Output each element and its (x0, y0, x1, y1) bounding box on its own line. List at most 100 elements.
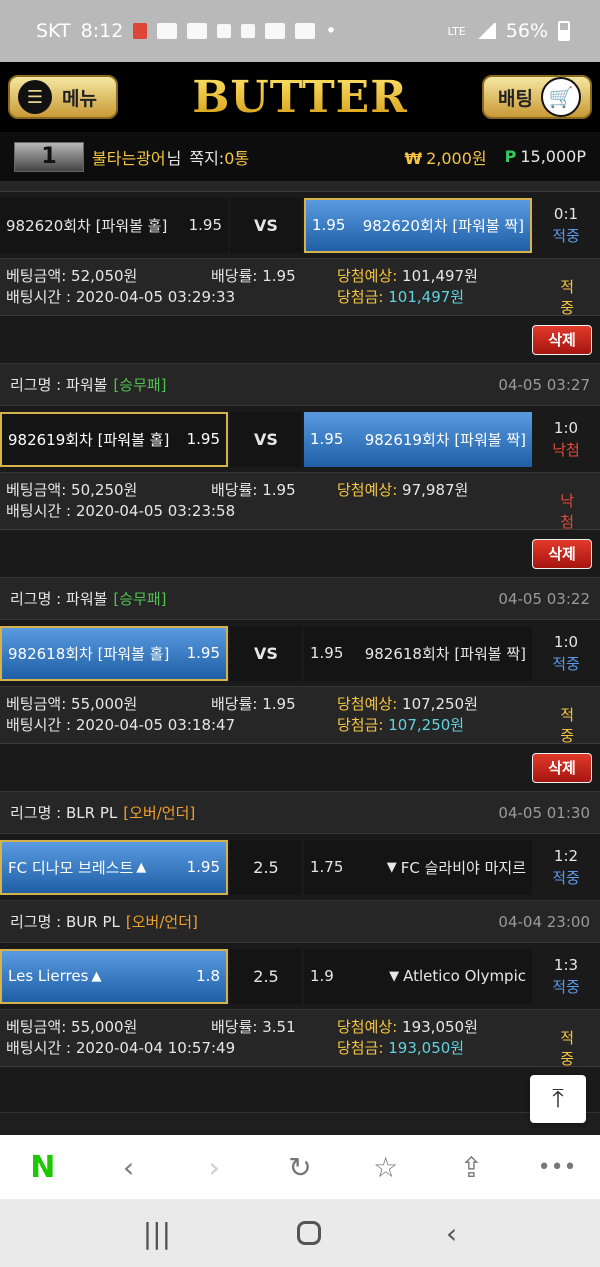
expected-label: 당첨예상: (337, 267, 398, 285)
bet-time: 2020-04-05 03:23:58 (75, 502, 236, 520)
game-row: Les Lierres ▲ 1.8 2.5 1.9 ▼ Atletico Oly… (0, 943, 600, 1010)
more-dot-icon: • (325, 20, 337, 42)
league-label: 리그명 : (10, 590, 62, 608)
bet-amount-label: 베팅금액: (6, 1018, 67, 1036)
win-amount: 193,050원 (388, 1039, 465, 1057)
game-date: 04-05 01:30 (498, 803, 590, 822)
win-amount-label: 당첨금: (337, 1039, 384, 1057)
arrow-up-icon: ⤒ (552, 1083, 564, 1114)
scroll-to-top-button[interactable]: ⤒ (530, 1075, 586, 1123)
more-options-icon[interactable]: ••• (537, 1147, 577, 1187)
game-row: FC 디나모 브레스트 ▲ 1.95 2.5 1.75 ▼ FC 슬라비야 마지… (0, 834, 600, 901)
bet-time-label: 배팅시간 : (6, 502, 72, 520)
bet-info: 베팅금액: 52,050원 배당률: 1.95 당첨예상: 101,497원 배… (0, 259, 600, 317)
handicap-line: 2.5 (230, 948, 302, 1004)
level-badge: 1 (14, 141, 84, 172)
nav-back-icon[interactable]: ‹ (446, 1217, 457, 1250)
site-logo[interactable]: BUTTER (118, 72, 482, 123)
vs-label: VS (230, 197, 302, 253)
expected-win: 97,987원 (402, 481, 469, 499)
away-team: Atletico Olympic (403, 967, 526, 985)
notification-icon (133, 23, 148, 39)
bet-history-list[interactable]: 982620회차 [파워볼 홀] 1.95 VS 1.95 982620회차 [… (0, 182, 600, 1135)
home-pick[interactable]: 982620회차 [파워볼 홀] 1.95 (0, 197, 228, 253)
status-bar: SKT 8:12 • LTE 56% (0, 0, 600, 62)
home-odds: 1.95 (186, 644, 220, 662)
dividend: 1.95 (262, 695, 296, 713)
bet-category: [오버/언더] (123, 804, 196, 822)
b-app-icon (241, 24, 256, 38)
away-odds: 1.95 (310, 644, 344, 662)
menu-button[interactable]: ☰ 메뉴 (8, 75, 118, 119)
bookmark-star-icon[interactable]: ☆ (366, 1147, 406, 1187)
home-pick-selected[interactable]: 982618회차 [파워볼 홀] 1.95 (0, 625, 228, 681)
delete-button[interactable]: 삭제 (532, 538, 592, 569)
bet-time: 2020-04-04 10:57:49 (75, 1039, 236, 1057)
win-amount-label: 당첨금: (337, 288, 384, 306)
lte-label: LTE (447, 24, 466, 38)
game-status: 적중 (552, 227, 580, 245)
over-pick-selected[interactable]: FC 디나모 브레스트 ▲ 1.95 (0, 839, 228, 895)
points-value: 15,000P (520, 147, 586, 166)
league-header: 리그명 : BUR PL [오버/언더] 04-04 23:00 (0, 901, 600, 943)
home-pick-selected[interactable]: 982619회차 [파워볼 홀] 1.95 (0, 411, 228, 467)
over-pick-selected[interactable]: Les Lierres ▲ 1.8 (0, 948, 228, 1004)
home-odds: 1.95 (188, 216, 222, 234)
site-header: ☰ 메뉴 BUTTER 배팅 🛒 (0, 62, 600, 132)
game-status: 적중 (552, 869, 580, 887)
home-icon[interactable] (296, 1221, 321, 1245)
score: 1:2 (553, 846, 579, 865)
recent-apps-icon[interactable]: ||| (143, 1217, 171, 1250)
messages-link[interactable]: 쪽지:0통 (189, 145, 249, 169)
bet-amount-label: 베팅금액: (6, 267, 67, 285)
score: 0:1 (553, 204, 579, 223)
game-result: 1:3 적중 (532, 954, 600, 999)
away-pick[interactable]: 1.95 982619회차 [파워볼 짝] (304, 411, 532, 467)
gallery-icon (157, 23, 178, 39)
game-status: 적중 (552, 978, 580, 996)
share-icon[interactable]: ⇪ (451, 1147, 491, 1187)
bet-category: [오버/언더] (125, 913, 198, 931)
away-pick-selected[interactable]: 1.95 982620회차 [파워볼 짝] (304, 197, 532, 253)
up-arrow-icon: ▲ (136, 859, 147, 875)
dividend: 3.51 (262, 1018, 296, 1036)
bet-result: 적중 (560, 1028, 574, 1068)
delete-button[interactable]: 삭제 (532, 752, 592, 783)
won-icon: ₩ (404, 148, 423, 168)
game-status: 낙첨 (552, 441, 580, 459)
expected-win: 193,050원 (402, 1018, 478, 1036)
bet-result: 적중 (560, 277, 574, 317)
under-pick[interactable]: 1.75 ▼ FC 슬라비야 마지르 (304, 839, 532, 895)
game-row: 982618회차 [파워볼 홀] 1.95 VS 1.95 982618회차 [… (0, 620, 600, 687)
naver-home-icon[interactable]: N (23, 1147, 63, 1187)
league-name: 파워볼 (66, 376, 108, 394)
league-header: 리그명 : BLR PL [오버/언더] 04-05 01:30 (0, 792, 600, 834)
expected-label: 당첨예상: (337, 481, 398, 499)
home-team: 982618회차 [파워볼 홀] (8, 644, 170, 663)
under-pick[interactable]: 1.9 ▼ Atletico Olympic (304, 948, 532, 1004)
bet-slip: 982620회차 [파워볼 홀] 1.95 VS 1.95 982620회차 [… (0, 192, 600, 364)
bet-result: 낙첨 (560, 491, 574, 531)
betting-button[interactable]: 배팅 🛒 (482, 75, 592, 119)
away-odds: 1.9 (310, 967, 334, 985)
bet-slip: 리그명 : 파워볼 [승무패] 04-05 03:27 982619회차 [파워… (0, 364, 600, 578)
livescore-icon (187, 23, 208, 39)
win-amount-label: 당첨금: (337, 716, 384, 734)
refresh-icon[interactable]: ↻ (280, 1147, 320, 1187)
bet-amount: 52,050원 (71, 267, 138, 285)
back-icon[interactable]: ‹ (109, 1147, 149, 1187)
money-value: 2,000원 (426, 148, 487, 168)
league-name: BUR PL (66, 912, 120, 931)
bet-time: 2020-04-05 03:18:47 (75, 716, 236, 734)
dividend-label: 배당률: (211, 1018, 258, 1036)
home-team: FC 디나모 브레스트 (8, 858, 134, 877)
forward-icon[interactable]: › (194, 1147, 234, 1187)
league-name: BLR PL (66, 803, 118, 822)
delete-button[interactable]: 삭제 (532, 324, 592, 355)
game-result: 0:1 적중 (532, 203, 600, 248)
away-pick[interactable]: 1.95 982618회차 [파워볼 짝] (304, 625, 532, 681)
carrier-label: SKT (36, 20, 71, 42)
messages-count: 0통 (224, 148, 250, 168)
away-odds: 1.95 (312, 216, 346, 234)
bet-amount: 50,250원 (71, 481, 138, 499)
